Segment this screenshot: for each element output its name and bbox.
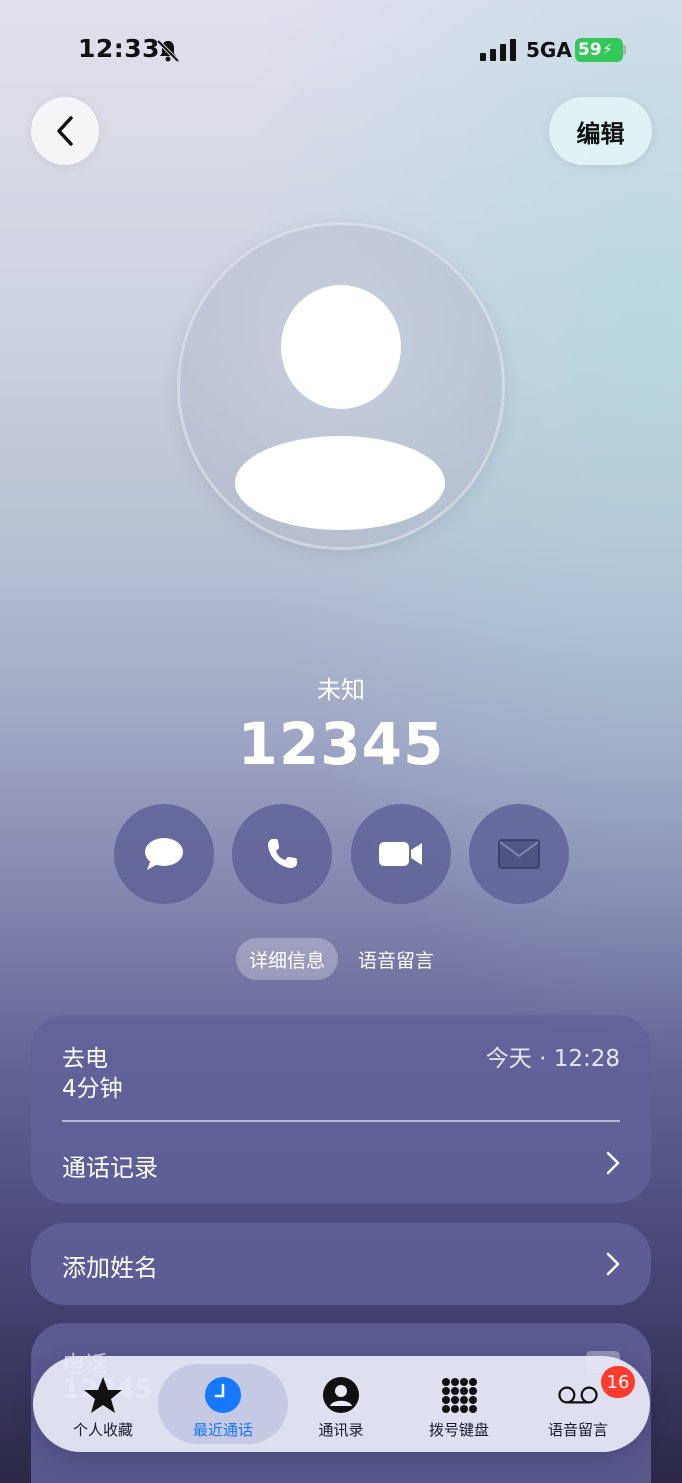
tab-label: 通讯录 xyxy=(318,1421,364,1439)
voicemail-icon xyxy=(558,1386,598,1404)
status-bar: 12:33 5GA 59 ⚡ xyxy=(0,0,682,100)
call-direction: 去电 xyxy=(62,1046,108,1072)
network-type: 5GA xyxy=(526,38,572,62)
message-icon xyxy=(145,838,183,870)
avatar-body xyxy=(235,436,445,530)
tab-label: 最近通话 xyxy=(192,1421,253,1439)
keypad-icon xyxy=(442,1378,477,1413)
video-button[interactable] xyxy=(351,804,451,904)
back-button[interactable] xyxy=(31,97,99,165)
recent-call-card: 去电 4分钟 今天 · 12:28 通话记录 xyxy=(31,1015,651,1203)
mail-icon xyxy=(498,839,540,869)
add-name-label: 添加姓名 xyxy=(62,1254,158,1282)
tab-favorites[interactable]: 个人收藏 xyxy=(43,1356,163,1452)
call-history-row[interactable]: 通话记录 xyxy=(31,1122,651,1203)
star-icon xyxy=(84,1377,122,1413)
charging-bolt-icon: ⚡ xyxy=(602,42,613,58)
avatar-head xyxy=(281,285,401,409)
tab-label: 语音留言 xyxy=(547,1421,608,1439)
call-history-label: 通话记录 xyxy=(62,1154,158,1182)
status-time: 12:33 xyxy=(78,34,161,63)
add-name-row[interactable]: 添加姓名 xyxy=(31,1223,651,1305)
tab-contacts[interactable]: 通讯录 xyxy=(281,1356,401,1452)
tab-details[interactable]: 详细信息 xyxy=(236,938,338,980)
edit-button[interactable]: 编辑 xyxy=(549,97,652,165)
mail-button[interactable] xyxy=(469,804,569,904)
voicemail-badge: 16 xyxy=(601,1366,635,1398)
battery-cap xyxy=(623,45,626,55)
silent-bell-icon xyxy=(156,39,180,63)
contact-avatar xyxy=(177,222,505,550)
tab-voicemail[interactable]: 语音留言 xyxy=(346,938,446,980)
tab-recents[interactable]: 最近通话 xyxy=(163,1356,283,1452)
tab-label: 个人收藏 xyxy=(72,1421,133,1439)
video-icon xyxy=(379,842,422,866)
message-button[interactable] xyxy=(114,804,214,904)
chevron-left-icon xyxy=(57,116,73,146)
contact-number: 12345 xyxy=(237,710,445,778)
call-duration: 4分钟 xyxy=(62,1076,123,1102)
battery-level: 59 xyxy=(578,40,602,60)
contact-label: 未知 xyxy=(317,676,365,704)
call-button[interactable] xyxy=(232,804,332,904)
battery-indicator: 59 ⚡ xyxy=(575,38,623,62)
person-icon xyxy=(323,1377,359,1413)
tab-label: 拨号键盘 xyxy=(428,1421,489,1439)
tab-bar: 个人收藏 最近通话 通讯录 拨号键盘 语音留言 xyxy=(33,1356,650,1452)
call-time: 今天 · 12:28 xyxy=(485,1046,620,1072)
tab-keypad[interactable]: 拨号键盘 xyxy=(399,1356,519,1452)
clock-icon xyxy=(205,1377,241,1413)
chevron-right-icon xyxy=(606,1151,620,1175)
phone-icon xyxy=(268,839,297,868)
signal-icon xyxy=(480,39,516,61)
chevron-right-icon xyxy=(606,1252,620,1276)
